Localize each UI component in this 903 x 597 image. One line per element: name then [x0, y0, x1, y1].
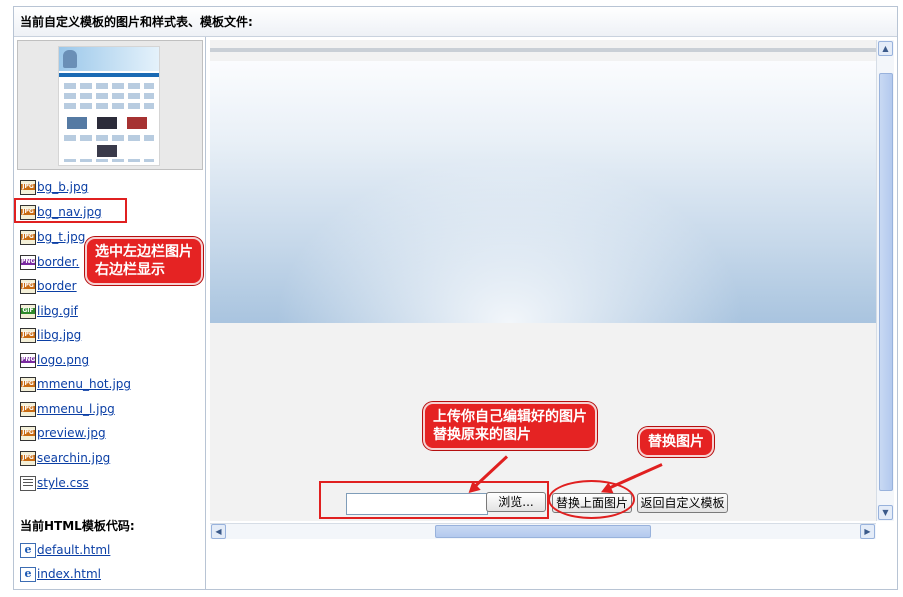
- html-file-icon: e: [20, 567, 36, 582]
- jpg-file-icon: JPG: [20, 402, 36, 417]
- scroll-up-icon[interactable]: ▲: [878, 41, 893, 56]
- vertical-scroll-thumb[interactable]: [879, 73, 893, 491]
- horizontal-scrollbar[interactable]: ◀ ▶: [210, 523, 876, 539]
- selected-image-preview: [210, 61, 876, 323]
- scroll-down-icon[interactable]: ▼: [878, 505, 893, 520]
- file-link[interactable]: bg_b.jpg: [37, 178, 88, 196]
- panel-title: 当前自定义模板的图片和样式表、模板文件:: [20, 15, 253, 29]
- template-preview-thumbnail[interactable]: [17, 40, 203, 170]
- highlight-box: [14, 198, 127, 223]
- file-sidebar: JPG bg_b.jpg JPG bg_nav.jpg JPG bg_t.jpg…: [14, 37, 206, 589]
- html-file-icon: e: [20, 543, 36, 558]
- replace-callout: 替换图片: [638, 427, 714, 457]
- html-section-title: 当前HTML模板代码:: [20, 519, 135, 533]
- file-link[interactable]: libg.jpg: [37, 326, 81, 344]
- divider: [210, 48, 876, 52]
- file-link[interactable]: bg_t.jpg: [37, 228, 85, 246]
- file-link[interactable]: searchin.jpg: [37, 449, 110, 467]
- file-link[interactable]: border.: [37, 253, 79, 271]
- jpg-file-icon: JPG: [20, 451, 36, 466]
- css-file-icon: [20, 476, 36, 491]
- jpg-file-icon: JPG: [20, 328, 36, 343]
- panel-header: 当前自定义模板的图片和样式表、模板文件:: [14, 7, 897, 37]
- jpg-file-icon: JPG: [20, 426, 36, 441]
- back-to-template-button[interactable]: 返回自定义模板: [637, 493, 728, 513]
- jpg-file-icon: JPG: [20, 377, 36, 392]
- html-file-link[interactable]: default.html: [37, 541, 110, 559]
- file-link[interactable]: mmenu_hot.jpg: [37, 375, 131, 393]
- file-link[interactable]: border: [37, 277, 77, 295]
- png-file-icon: PNG: [20, 353, 36, 368]
- jpg-file-icon: JPG: [20, 180, 36, 195]
- replace-highlight-oval: [548, 480, 635, 519]
- jpg-file-icon: JPG: [20, 230, 36, 245]
- file-link[interactable]: preview.jpg: [37, 424, 106, 442]
- horizontal-scroll-thumb[interactable]: [435, 525, 651, 538]
- upload-highlight-box: [319, 481, 549, 519]
- file-link[interactable]: logo.png: [37, 351, 89, 369]
- gif-file-icon: GIF: [20, 304, 36, 319]
- file-link[interactable]: mmenu_l.jpg: [37, 400, 115, 418]
- left-callout: 选中左边栏图片 右边栏显示: [85, 237, 203, 285]
- png-file-icon: PNG: [20, 255, 36, 270]
- html-file-link[interactable]: index.html: [37, 565, 101, 583]
- preview-image: [58, 46, 160, 166]
- upload-callout: 上传你自己编辑好的图片 替换原来的图片: [423, 402, 597, 450]
- scroll-right-icon[interactable]: ▶: [860, 524, 875, 539]
- jpg-file-icon: JPG: [20, 279, 36, 294]
- vertical-scrollbar[interactable]: ▲ ▼: [876, 40, 894, 521]
- file-link[interactable]: libg.gif: [37, 302, 78, 320]
- file-link[interactable]: style.css: [37, 474, 89, 492]
- scroll-left-icon[interactable]: ◀: [211, 524, 226, 539]
